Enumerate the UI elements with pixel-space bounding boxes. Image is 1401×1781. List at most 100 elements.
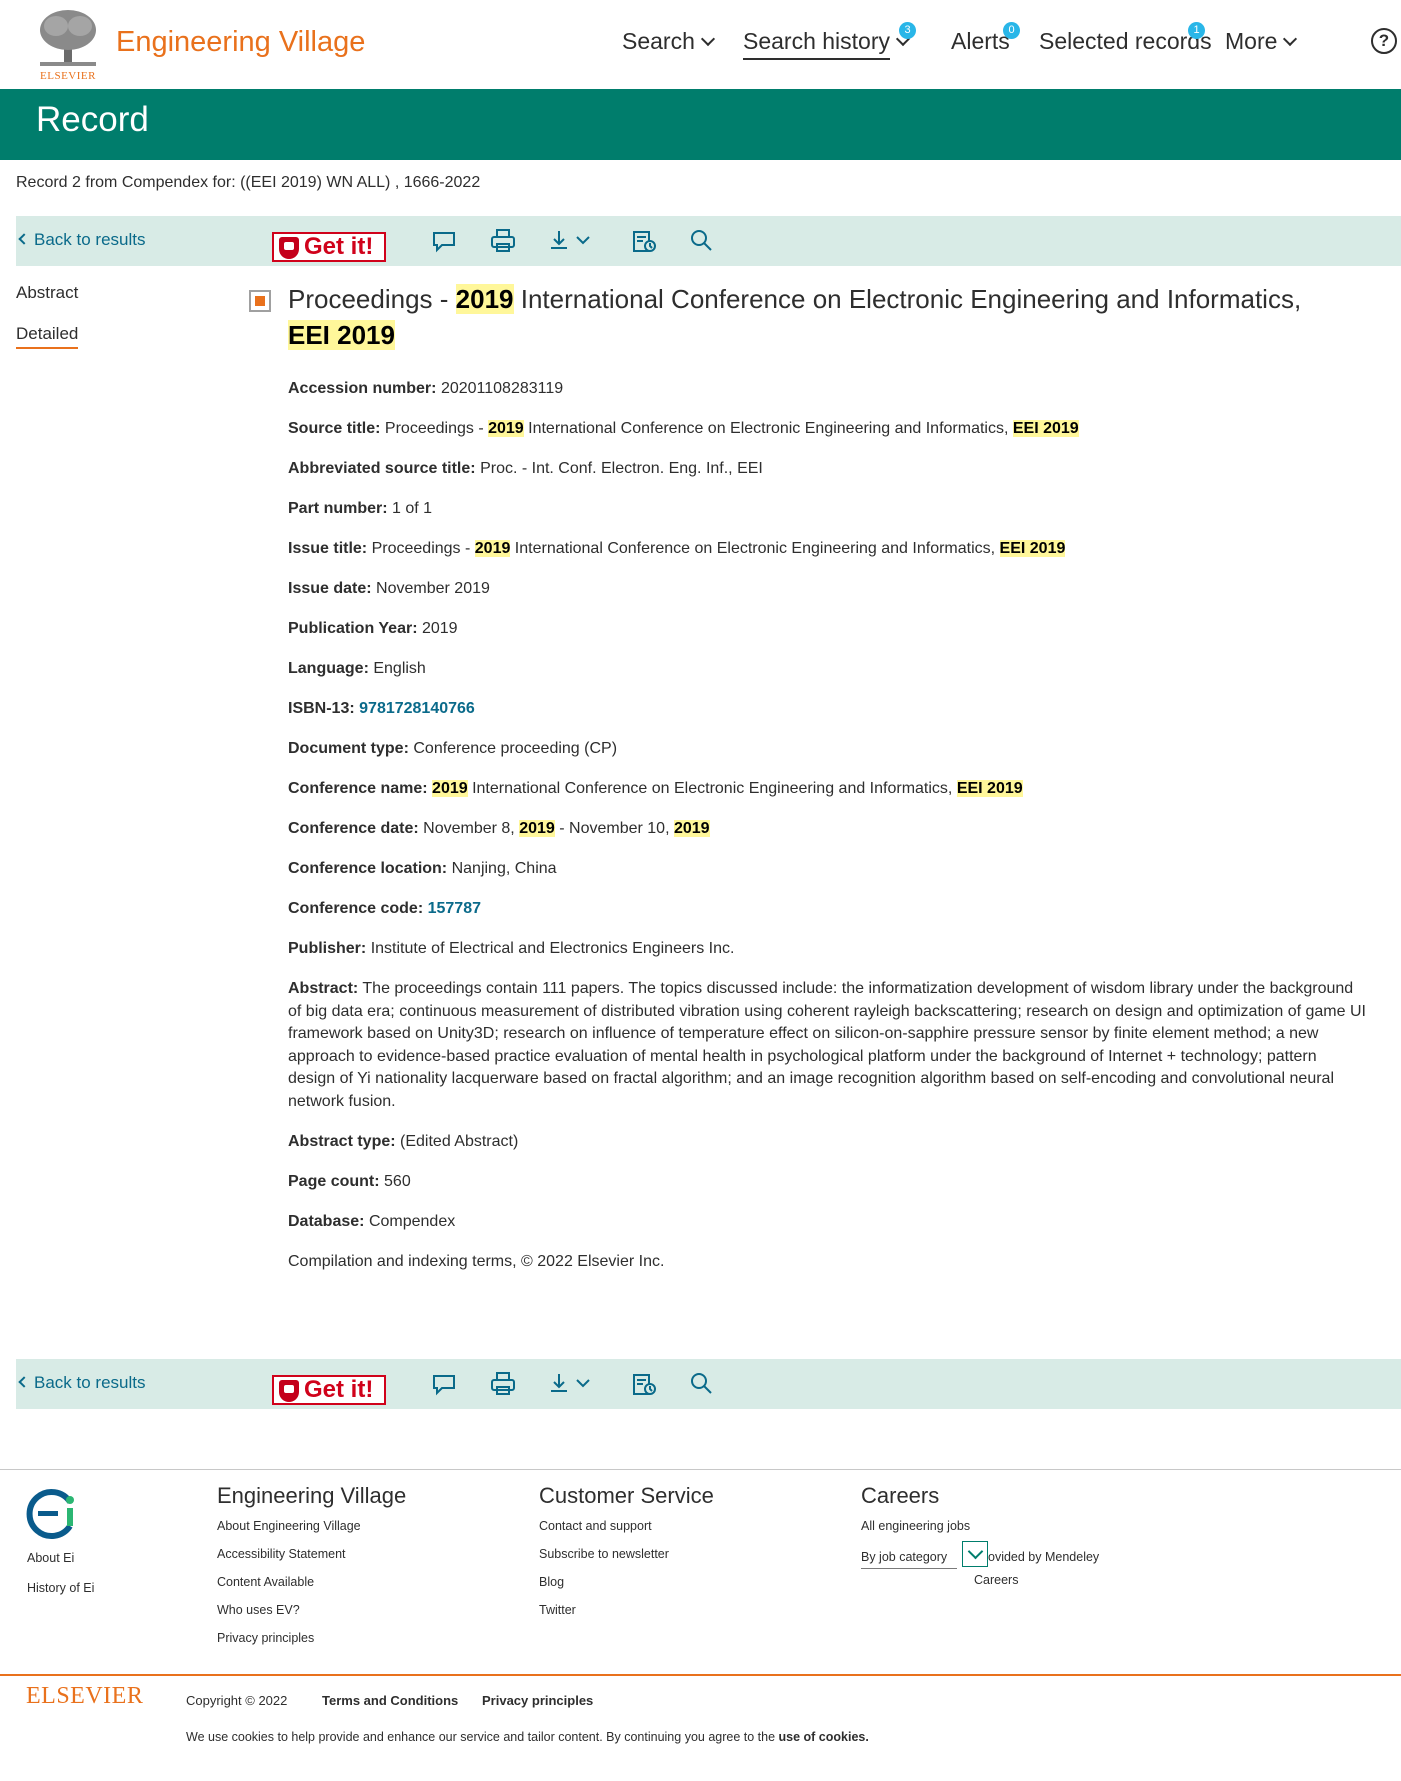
nav-alerts[interactable]: Alerts 0 [951, 22, 1020, 55]
field-value: International Conference on Electronic E… [510, 540, 1000, 557]
field-label: Abstract type: [288, 1133, 396, 1150]
about-ei-link[interactable]: About Ei [27, 1551, 74, 1565]
shield-icon [279, 1380, 299, 1402]
field-value: International Conference on Electronic E… [523, 420, 1013, 437]
nav-selected-records[interactable]: Selected records 1 [1039, 22, 1212, 55]
field-publication-year: Publication Year: 2019 [288, 618, 1368, 640]
top-header: ELSEVIER Engineering Village Search Sear… [0, 0, 1401, 89]
record-title-highlight: EEI 2019 [288, 320, 395, 350]
download-icon[interactable] [547, 226, 597, 256]
footer-link[interactable]: Accessibility Statement [217, 1547, 406, 1561]
field-label: Conference date: [288, 820, 419, 837]
footer-link[interactable]: Subscribe to newsletter [539, 1547, 714, 1561]
history-icon[interactable] [629, 226, 659, 256]
mendeley-careers: Careers [974, 1573, 1019, 1587]
field-database: Database: Compendex [288, 1211, 1368, 1233]
footer-link[interactable]: About Engineering Village [217, 1519, 406, 1533]
field-highlight: 2019 [488, 420, 524, 437]
field-value: Proceedings - [384, 420, 489, 437]
field-abbrev-source: Abbreviated source title: Proc. - Int. C… [288, 458, 1368, 480]
field-label: Accession number: [288, 380, 437, 397]
search-history-badge: 3 [899, 22, 916, 39]
get-it-button[interactable]: Get it! [272, 232, 386, 262]
field-value: (Edited Abstract) [400, 1133, 519, 1150]
field-label: Source title: [288, 420, 381, 437]
field-value: 2019 [421, 620, 458, 637]
field-value: November 2019 [376, 580, 490, 597]
download-icon[interactable] [547, 1369, 597, 1399]
nav-more[interactable]: More [1225, 28, 1298, 55]
history-ei-link[interactable]: History of Ei [27, 1581, 94, 1595]
field-label: Conference location: [288, 860, 448, 877]
comment-icon[interactable] [429, 1369, 459, 1399]
field-conference-date: Conference date: November 8, 2019 - Nove… [288, 818, 1368, 840]
footer-link[interactable]: All engineering jobs [861, 1519, 970, 1533]
field-highlight: 2019 [474, 540, 511, 557]
search-icon[interactable] [686, 226, 716, 256]
brand-title[interactable]: Engineering Village [116, 26, 365, 59]
record-fields: Accession number: 20201108283119 Source … [288, 378, 1368, 1291]
terms-link[interactable]: Terms and Conditions [322, 1693, 458, 1708]
tab-detailed[interactable]: Detailed [16, 324, 79, 349]
mendeley-credit: ovided by Mendeley [988, 1550, 1100, 1564]
record-title: Proceedings - 2019 International Confere… [288, 281, 1348, 353]
elsevier-wordmark[interactable]: ELSEVIER [26, 1683, 143, 1710]
elsevier-tree-logo[interactable]: ELSEVIER [34, 8, 102, 82]
nav-search-history[interactable]: Search history 3 [743, 22, 916, 60]
field-document-type: Document type: Conference proceeding (CP… [288, 738, 1368, 760]
page-banner: Record [0, 89, 1401, 160]
footer-heading: Engineering Village [217, 1483, 407, 1508]
field-label: ISBN-13: [288, 700, 355, 717]
field-highlight: 2019 [432, 780, 468, 797]
record-title-part: International Conference on Electronic E… [513, 284, 1302, 314]
field-conference-code: Conference code: 157787 [288, 898, 1368, 920]
back-to-results-link[interactable]: Back to results [18, 230, 146, 250]
footer-link[interactable]: Privacy principles [217, 1631, 406, 1645]
isbn-link[interactable]: 9781728140766 [359, 700, 475, 717]
footer-link[interactable]: Twitter [539, 1603, 714, 1617]
record-toolbar-bottom: Back to results Get it! [16, 1359, 1401, 1409]
nav-alerts-label: Alerts [951, 28, 1010, 54]
record-title-highlight: 2019 [455, 284, 514, 314]
footer-link[interactable]: Contact and support [539, 1519, 714, 1533]
field-label: Page count: [288, 1173, 380, 1190]
comment-icon[interactable] [429, 226, 459, 256]
tab-abstract[interactable]: Abstract [16, 283, 78, 303]
get-it-button[interactable]: Get it! [272, 1375, 386, 1405]
field-isbn: ISBN-13: 9781728140766 [288, 698, 1368, 720]
field-value: 1 of 1 [392, 500, 433, 517]
select-record-checkbox[interactable] [249, 290, 271, 312]
privacy-link[interactable]: Privacy principles [482, 1693, 593, 1708]
field-page-count: Page count: 560 [288, 1171, 1368, 1193]
field-value: Proceedings - [371, 540, 475, 557]
nav-search[interactable]: Search [622, 28, 715, 55]
ei-logo[interactable] [26, 1488, 78, 1540]
chevron-down-icon[interactable] [962, 1541, 988, 1567]
alerts-badge: 0 [1003, 22, 1020, 39]
record-title-part: Proceedings - [288, 284, 456, 314]
elsevier-logo-word: ELSEVIER [40, 70, 96, 82]
history-icon[interactable] [629, 1369, 659, 1399]
field-accession: Accession number: 20201108283119 [288, 378, 1368, 400]
get-it-label: Get it! [304, 233, 374, 260]
help-icon[interactable]: ? [1371, 28, 1397, 54]
field-value: - November 10, [554, 820, 674, 837]
field-highlight: EEI 2019 [999, 540, 1066, 557]
job-category-select[interactable]: By job category [861, 1550, 957, 1569]
footer-link[interactable]: Blog [539, 1575, 714, 1589]
field-highlight: EEI 2019 [1012, 420, 1079, 437]
field-label: Conference name: [288, 780, 428, 797]
use-of-cookies-link[interactable]: use of cookies. [779, 1730, 869, 1744]
cookie-text: We use cookies to help provide and enhan… [186, 1730, 779, 1744]
search-icon[interactable] [686, 1369, 716, 1399]
conference-code-link[interactable]: 157787 [428, 900, 481, 917]
chevron-down-icon [700, 31, 715, 47]
footer-link[interactable]: Who uses EV? [217, 1603, 406, 1617]
field-value: Nanjing, China [451, 860, 557, 877]
footer-link[interactable]: Content Available [217, 1575, 406, 1589]
field-label: Abstract: [288, 980, 359, 997]
print-icon[interactable] [488, 1369, 518, 1399]
shield-icon [279, 237, 299, 259]
print-icon[interactable] [488, 226, 518, 256]
back-to-results-link[interactable]: Back to results [18, 1373, 146, 1393]
